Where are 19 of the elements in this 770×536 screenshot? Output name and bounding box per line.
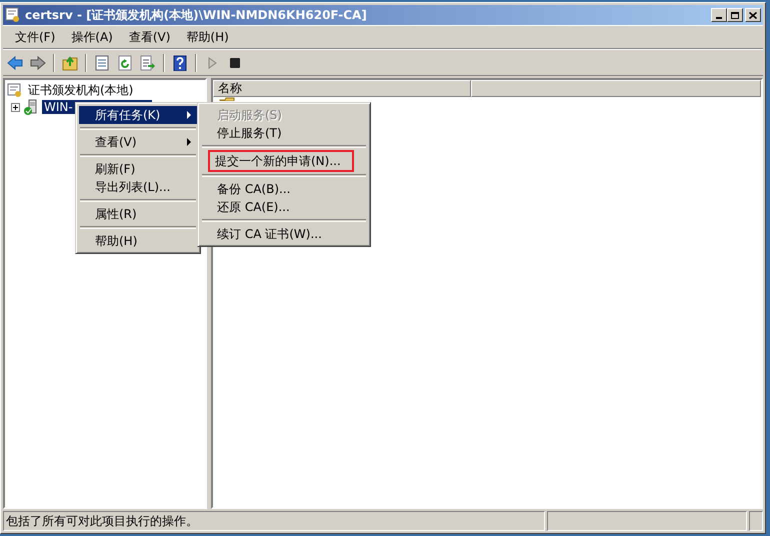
menu-item[interactable]: 查看(V)	[120, 26, 178, 48]
menu-item[interactable]: 停止服务(T)	[201, 124, 367, 142]
tree-item[interactable]: 证书颁发机构(本地)	[26, 82, 136, 98]
status-text: 包括了所有可对此项目执行的操作。	[3, 511, 545, 531]
menu-item[interactable]: 续订 CA 证书(W)...	[201, 225, 367, 243]
menu-item[interactable]: 备份 CA(B)...	[201, 180, 367, 198]
menu-item[interactable]: 查看(V)	[79, 133, 197, 151]
window-title: certsrv - [证书颁发机构(本地)\WIN-NMDN6KH620F-CA]	[25, 6, 368, 24]
menu-item[interactable]: 属性(R)	[79, 205, 197, 223]
menu-item[interactable]: 导出列表(L)...	[79, 178, 197, 196]
column-header[interactable]: 名称	[213, 80, 471, 97]
menu-item[interactable]: 刷新(F)	[79, 160, 197, 178]
menu-item[interactable]: 提交一个新的申请(N)...	[209, 151, 353, 171]
menu-item[interactable]: 帮助(H)	[79, 232, 197, 250]
menu-item[interactable]: 文件(F)	[7, 26, 64, 48]
menu-item[interactable]: 帮助(H)	[178, 26, 237, 48]
menu-item[interactable]: 操作(A)	[63, 26, 121, 48]
menu-item[interactable]: 还原 CA(E)...	[201, 198, 367, 216]
menu-item[interactable]: 所有任务(K)	[79, 106, 197, 124]
